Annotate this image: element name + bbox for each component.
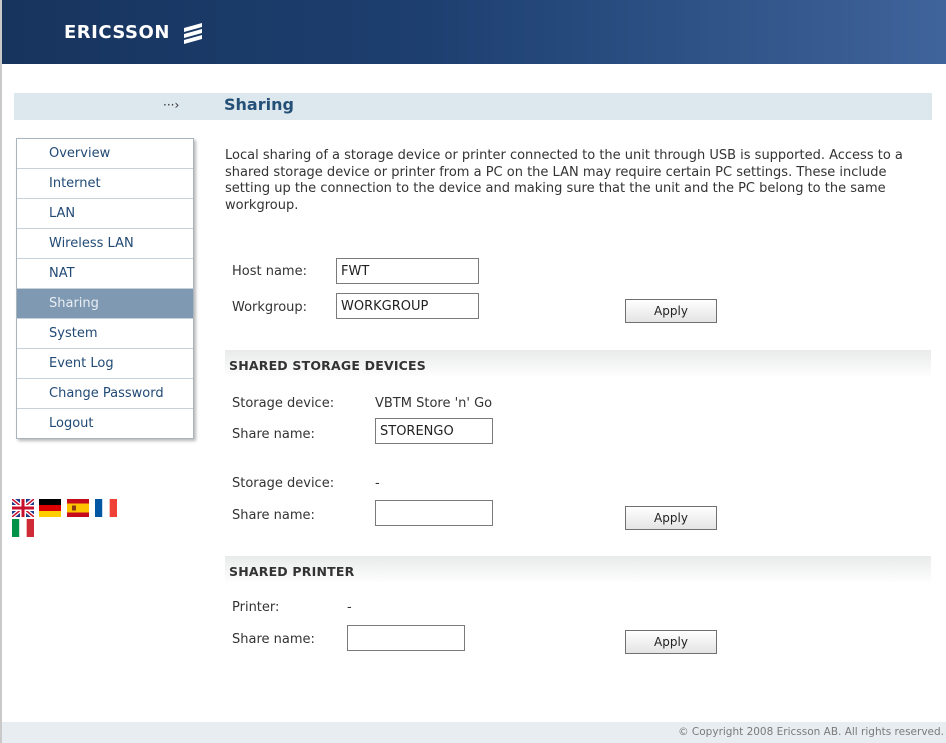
left-border	[0, 0, 2, 743]
page-title-bar	[14, 93, 932, 120]
storage-device-label: Storage device:	[232, 476, 335, 491]
copyright-text: © Copyright 2008 Ericsson AB. All rights…	[678, 726, 944, 738]
sidebar-item-sharing[interactable]: Sharing	[17, 289, 193, 319]
workgroup-input[interactable]	[336, 293, 479, 319]
printer-share-name-label: Share name:	[232, 632, 315, 647]
host-name-input[interactable]	[336, 258, 479, 284]
storage-device-value: -	[375, 476, 380, 491]
page-title: Sharing	[224, 95, 294, 114]
german-flag-icon[interactable]	[39, 499, 61, 517]
sidebar-item-change-password[interactable]: Change Password	[17, 379, 193, 409]
italian-flag-icon[interactable]	[12, 519, 34, 537]
sidebar-item-system[interactable]: System	[17, 319, 193, 349]
sidebar-item-event-log[interactable]: Event Log	[17, 349, 193, 379]
storage-section-header: SHARED STORAGE DEVICES	[225, 350, 931, 378]
apply-storage-button[interactable]: Apply	[625, 506, 717, 530]
share-name-label: Share name:	[232, 508, 315, 523]
storage-share-name-input[interactable]	[375, 418, 493, 444]
footer: © Copyright 2008 Ericsson AB. All rights…	[2, 722, 946, 743]
sidebar-nav: Overview Internet LAN Wireless LAN NAT S…	[16, 138, 194, 439]
storage-section-title: SHARED STORAGE DEVICES	[229, 358, 426, 373]
uk-flag-icon[interactable]	[12, 499, 34, 517]
workgroup-label: Workgroup:	[232, 300, 308, 315]
sidebar-item-lan[interactable]: LAN	[17, 199, 193, 229]
printer-label: Printer:	[232, 600, 280, 615]
sidebar-item-overview[interactable]: Overview	[17, 139, 193, 169]
breadcrumb-arrow-icon: ···›	[163, 98, 180, 112]
storage-share-name-input[interactable]	[375, 500, 493, 526]
ericsson-logo: ERICSSON	[64, 22, 170, 43]
share-name-label: Share name:	[232, 427, 315, 442]
apply-general-button[interactable]: Apply	[625, 299, 717, 323]
sidebar-item-nat[interactable]: NAT	[17, 259, 193, 289]
host-name-label: Host name:	[232, 264, 307, 279]
storage-device-value: VBTM Store 'n' Go	[375, 396, 493, 411]
french-flag-icon[interactable]	[95, 499, 117, 517]
spanish-flag-icon[interactable]	[67, 499, 89, 517]
sidebar-item-internet[interactable]: Internet	[17, 169, 193, 199]
printer-value: -	[347, 600, 352, 615]
ericsson-logo-icon	[184, 23, 202, 44]
printer-section-header: SHARED PRINTER	[225, 556, 931, 584]
printer-share-name-input[interactable]	[347, 625, 465, 651]
storage-device-label: Storage device:	[232, 396, 335, 411]
sidebar-item-wireless-lan[interactable]: Wireless LAN	[17, 229, 193, 259]
apply-printer-button[interactable]: Apply	[625, 630, 717, 654]
sidebar-item-logout[interactable]: Logout	[17, 409, 193, 438]
printer-section-title: SHARED PRINTER	[229, 564, 355, 579]
intro-text: Local sharing of a storage device or pri…	[225, 148, 903, 213]
header-bar: ERICSSON	[2, 0, 946, 64]
